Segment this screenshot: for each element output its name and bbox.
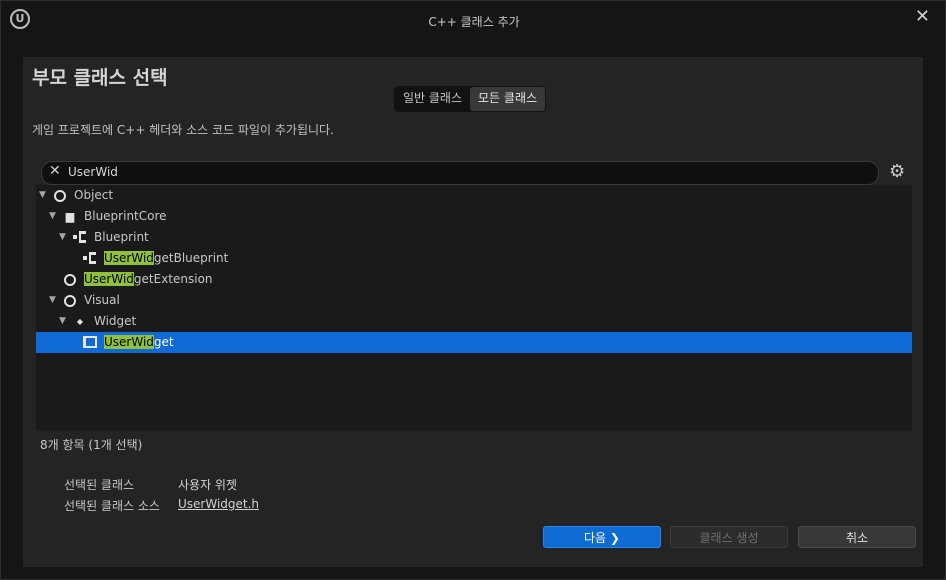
widget-icon [82, 332, 98, 353]
next-button[interactable]: 다음 ❯ [543, 526, 661, 548]
search-match-highlight: UserWid [104, 251, 154, 265]
search-input[interactable] [68, 163, 848, 181]
tree-row-label-rest: getExtension [133, 272, 213, 286]
settings-gear-icon[interactable]: ⚙ [889, 161, 905, 182]
next-button-label: 다음 [584, 531, 607, 545]
selected-class-value: 사용자 위젯 [178, 478, 238, 492]
cancel-button[interactable]: 취소 [798, 526, 916, 548]
expand-arrow-icon[interactable]: ▼ [59, 311, 71, 332]
tree-row[interactable]: ▼ ▆ BlueprintCore [36, 206, 912, 227]
expand-arrow-icon[interactable]: ▼ [49, 290, 61, 311]
title-bar[interactable]: U C++ 클래스 추가 ✕ [1, 1, 945, 39]
search-match-highlight: UserWid [84, 272, 134, 286]
tree-row[interactable]: UserWidgetBlueprint [36, 248, 912, 269]
book-icon: ▆ [65, 210, 75, 223]
close-icon[interactable]: ✕ [915, 6, 930, 27]
tree-row-label: Widget [94, 314, 137, 328]
tree-row-label: Visual [84, 293, 120, 307]
tree-row[interactable]: ▼ Object [36, 185, 912, 206]
description-text: 게임 프로젝트에 C++ 헤더와 소스 코드 파일이 추가됩니다. [32, 123, 334, 137]
tab-common-classes[interactable]: 일반 클래스 [395, 87, 470, 111]
tree-row[interactable]: UserWidgetExtension [36, 269, 912, 290]
tree-row[interactable]: ▼ Visual [36, 290, 912, 311]
search-match-highlight: UserWid [104, 335, 154, 349]
tab-all-classes[interactable]: 모든 클래스 [470, 87, 546, 111]
object-icon [52, 185, 68, 206]
object-icon [62, 290, 78, 311]
tree-row[interactable]: ▼ ◆ Widget [36, 311, 912, 332]
create-class-button[interactable]: 클래스 생성 [670, 526, 788, 548]
search-box: ✕ [41, 161, 879, 185]
tree-row-label: UserWidget [104, 332, 174, 353]
blueprint-icon [82, 248, 98, 269]
main-panel: 부모 클래스 선택 일반 클래스 모든 클래스 게임 프로젝트에 C++ 헤더와… [23, 57, 923, 567]
page-title: 부모 클래스 선택 [32, 67, 168, 89]
clear-search-icon[interactable]: ✕ [49, 163, 61, 179]
tree-row-label-rest: get [153, 335, 174, 349]
selected-source-link[interactable]: UserWidget.h [178, 497, 259, 511]
tree-row-label-rest: getBlueprint [153, 251, 229, 265]
class-filter-toggle: 일반 클래스 모든 클래스 [394, 86, 547, 112]
tree-row-label: UserWidgetExtension [84, 269, 213, 290]
selected-source-label: 선택된 클래스 소스 [64, 499, 160, 513]
chevron-right-icon: ❯ [609, 531, 620, 545]
class-tree: ▼ Object ▼ ▆ BlueprintCore ▼ Blueprint UserWidg… [36, 185, 912, 431]
tree-row[interactable]: UserWidget [36, 332, 912, 353]
blueprint-icon [72, 227, 88, 248]
diamond-icon: ◆ [76, 317, 84, 326]
expand-arrow-icon[interactable]: ▼ [39, 185, 51, 206]
expand-arrow-icon[interactable]: ▼ [59, 227, 71, 248]
tree-row-label: UserWidgetBlueprint [104, 248, 228, 269]
expand-arrow-icon[interactable]: ▼ [49, 206, 61, 227]
object-icon [62, 269, 78, 290]
tree-row-label: Blueprint [94, 230, 149, 244]
tree-row[interactable]: ▼ Blueprint [36, 227, 912, 248]
tree-row-label: Object [74, 188, 114, 202]
item-count: 8개 항목 (1개 선택) [40, 438, 143, 452]
dialog-window: U C++ 클래스 추가 ✕ 부모 클래스 선택 일반 클래스 모든 클래스 게… [0, 0, 946, 580]
window-title: C++ 클래스 추가 [428, 15, 520, 29]
tree-row-label: BlueprintCore [84, 209, 167, 223]
selected-class-label: 선택된 클래스 [64, 478, 135, 492]
